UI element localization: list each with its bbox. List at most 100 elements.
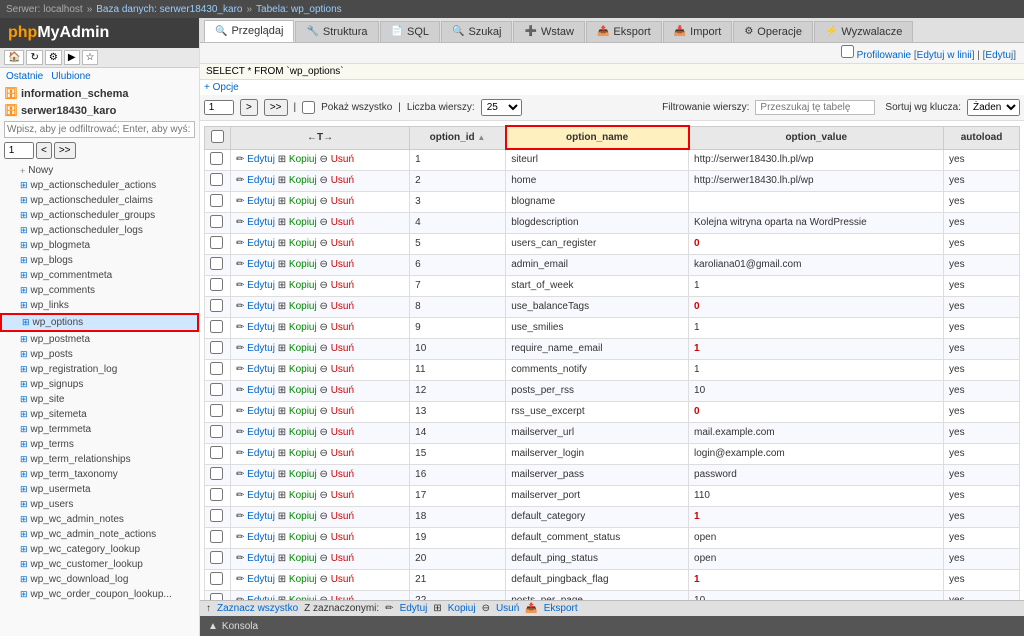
sidebar-item-wp-termmeta[interactable]: ⊞ wp_termmeta	[0, 422, 199, 437]
copy-link[interactable]: Kopiuj	[289, 574, 317, 585]
row-checkbox[interactable]	[210, 173, 223, 186]
edit-link[interactable]: Edytuj	[247, 448, 275, 459]
sidebar-item-serwer18430-karo[interactable]: 🗄 serwer18430_karo	[0, 102, 199, 119]
row-checkbox[interactable]	[210, 425, 223, 438]
delete-link[interactable]: Usuń	[331, 280, 354, 291]
tab-struktura[interactable]: 🔧 Struktura	[295, 21, 378, 42]
show-all-checkbox[interactable]	[302, 101, 315, 114]
copy-link[interactable]: Kopiuj	[289, 406, 317, 417]
sidebar-item-wp-wc-admin-notes[interactable]: ⊞ wp_wc_admin_notes	[0, 512, 199, 527]
edit-link[interactable]: Edytuj	[247, 322, 275, 333]
edytuj-link[interactable]: Edytuj	[985, 50, 1013, 61]
copy-link[interactable]: Kopiuj	[289, 154, 317, 165]
edit-link[interactable]: Edytuj	[247, 427, 275, 438]
row-checkbox[interactable]	[210, 404, 223, 417]
th-option-id[interactable]: option_id ▲	[410, 126, 506, 149]
delete-link[interactable]: Usuń	[331, 574, 354, 585]
options-link[interactable]: + Opcje	[204, 82, 239, 93]
sidebar-item-wp-postmeta[interactable]: ⊞ wp_postmeta	[0, 332, 199, 347]
delete-link[interactable]: Usuń	[331, 322, 354, 333]
sidebar-item-wp-sitemeta[interactable]: ⊞ wp_sitemeta	[0, 407, 199, 422]
tab-operacje[interactable]: ⚙ Operacje	[733, 21, 813, 42]
sidebar-item-wp-registration-log[interactable]: ⊞ wp_registration_log	[0, 362, 199, 377]
row-checkbox[interactable]	[210, 194, 223, 207]
copy-link[interactable]: Kopiuj	[289, 343, 317, 354]
delete-link[interactable]: Usuń	[331, 217, 354, 228]
sidebar-item-wp-actionscheduler-claims[interactable]: ⊞ wp_actionscheduler_claims	[0, 193, 199, 208]
sidebar-item-wp-blogmeta[interactable]: ⊞ wp_blogmeta	[0, 238, 199, 253]
copy-link[interactable]: Kopiuj	[289, 469, 317, 480]
delete-link[interactable]: Usuń	[331, 469, 354, 480]
bottom-copy-link[interactable]: Kopiuj	[448, 603, 476, 614]
sidebar-item-wp-wc-download-log[interactable]: ⊞ wp_wc_download_log	[0, 572, 199, 587]
sidebar-item-nowy[interactable]: + Nowy	[0, 163, 199, 178]
edit-link[interactable]: Edytuj	[247, 343, 275, 354]
delete-link[interactable]: Usuń	[331, 196, 354, 207]
row-checkbox[interactable]	[210, 593, 223, 601]
delete-link[interactable]: Usuń	[331, 490, 354, 501]
sidebar-item-wp-blogs[interactable]: ⊞ wp_blogs	[0, 253, 199, 268]
sidebar-item-wp-posts[interactable]: ⊞ wp_posts	[0, 347, 199, 362]
edit-link[interactable]: Edytuj	[247, 301, 275, 312]
row-checkbox[interactable]	[210, 320, 223, 333]
row-checkbox[interactable]	[210, 467, 223, 480]
row-checkbox[interactable]	[210, 341, 223, 354]
copy-link[interactable]: Kopiuj	[289, 553, 317, 564]
copy-link[interactable]: Kopiuj	[289, 301, 317, 312]
breadcrumb-table[interactable]: Tabela: wp_options	[256, 4, 342, 15]
sidebar-item-wp-signups[interactable]: ⊞ wp_signups	[0, 377, 199, 392]
tab-sql[interactable]: 📄 SQL	[380, 21, 440, 42]
row-checkbox[interactable]	[210, 572, 223, 585]
row-checkbox[interactable]	[210, 215, 223, 228]
sidebar-item-wp-users[interactable]: ⊞ wp_users	[0, 497, 199, 512]
edit-link[interactable]: Edytuj	[247, 175, 275, 186]
sidebar-item-wp-comments[interactable]: ⊞ wp_comments	[0, 283, 199, 298]
edit-link[interactable]: Edytuj	[247, 364, 275, 375]
sidebar-nav-next[interactable]: >>	[54, 142, 76, 159]
tab-przegladaj[interactable]: 🔍 Przeglądaj	[204, 20, 294, 42]
copy-link[interactable]: Kopiuj	[289, 448, 317, 459]
toolbar-btn-5[interactable]: ☆	[82, 50, 99, 65]
edit-link[interactable]: Edytuj	[247, 196, 275, 207]
copy-link[interactable]: Kopiuj	[289, 511, 317, 522]
edit-link[interactable]: Edytuj	[247, 574, 275, 585]
toolbar-btn-1[interactable]: 🏠	[4, 50, 24, 65]
select-all-link[interactable]: Zaznacz wszystko	[217, 603, 298, 614]
profilowanie-link[interactable]: Profilowanie	[857, 50, 911, 61]
sidebar-item-wp-links[interactable]: ⊞ wp_links	[0, 298, 199, 313]
edit-link[interactable]: Edytuj	[247, 406, 275, 417]
edit-link[interactable]: Edytuj	[247, 469, 275, 480]
tab-wstaw[interactable]: ➕ Wstaw	[513, 21, 584, 42]
select-all-checkbox[interactable]	[211, 130, 224, 143]
delete-link[interactable]: Usuń	[331, 364, 354, 375]
sort-select[interactable]: Żaden	[967, 99, 1020, 116]
edit-link[interactable]: Edytuj	[247, 490, 275, 501]
row-checkbox[interactable]	[210, 383, 223, 396]
sidebar-item-wp-wc-order-coupon-lookup[interactable]: ⊞ wp_wc_order_coupon_lookup...	[0, 587, 199, 602]
copy-link[interactable]: Kopiuj	[289, 427, 317, 438]
sidebar-recent-link[interactable]: Ostatnie	[6, 71, 43, 82]
page-next-btn[interactable]: >	[240, 99, 258, 116]
edit-link[interactable]: Edytuj	[247, 154, 275, 165]
row-checkbox[interactable]	[210, 278, 223, 291]
sidebar-item-wp-actionscheduler-logs[interactable]: ⊞ wp_actionscheduler_logs	[0, 223, 199, 238]
delete-link[interactable]: Usuń	[331, 154, 354, 165]
copy-link[interactable]: Kopiuj	[289, 364, 317, 375]
th-autoload[interactable]: autoload	[944, 126, 1020, 149]
edit-link[interactable]: Edytuj	[247, 259, 275, 270]
sidebar-search-input[interactable]	[4, 121, 195, 138]
toolbar-btn-4[interactable]: ▶	[64, 50, 80, 65]
row-checkbox[interactable]	[210, 488, 223, 501]
delete-link[interactable]: Usuń	[331, 427, 354, 438]
edit-link[interactable]: Edytuj	[247, 553, 275, 564]
sidebar-item-wp-terms[interactable]: ⊞ wp_terms	[0, 437, 199, 452]
copy-link[interactable]: Kopiuj	[289, 196, 317, 207]
tab-import[interactable]: 📥 Import	[663, 21, 733, 42]
delete-link[interactable]: Usuń	[331, 448, 354, 459]
row-checkbox[interactable]	[210, 236, 223, 249]
delete-link[interactable]: Usuń	[331, 259, 354, 270]
row-checkbox[interactable]	[210, 509, 223, 522]
rows-select[interactable]: 25 50 100	[481, 99, 522, 116]
row-checkbox[interactable]	[210, 152, 223, 165]
sidebar-item-wp-site[interactable]: ⊞ wp_site	[0, 392, 199, 407]
